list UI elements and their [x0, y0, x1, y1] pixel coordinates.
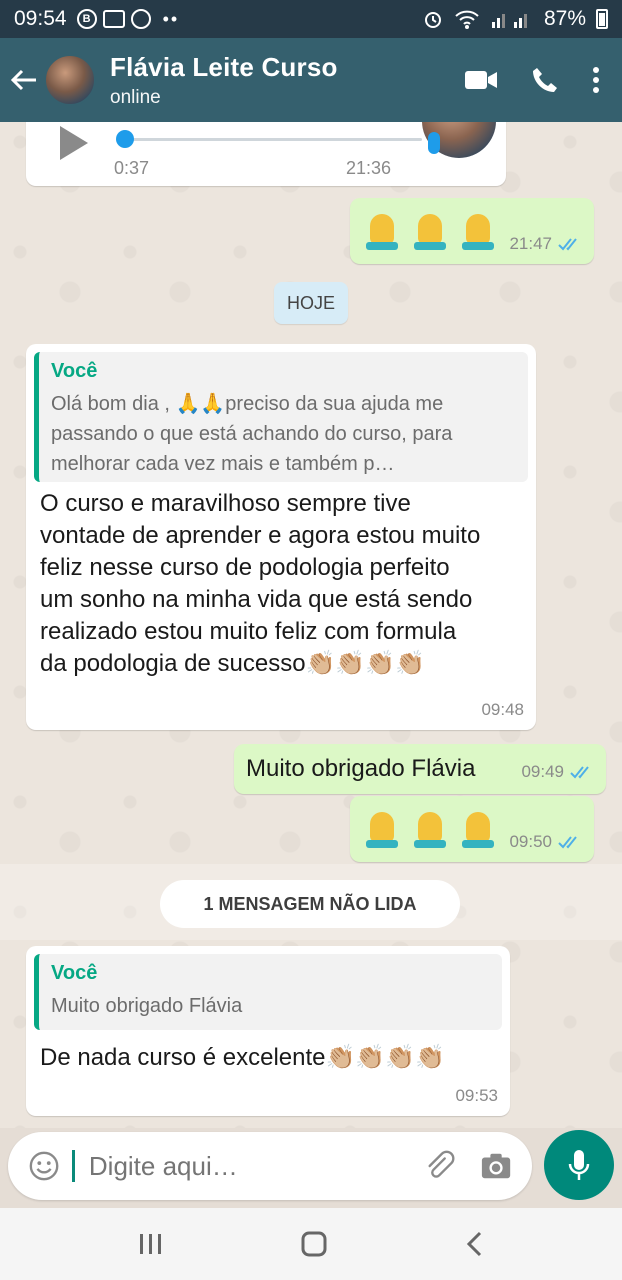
status-time: 09:54 [14, 7, 67, 30]
voice-seek-knob[interactable] [116, 130, 134, 148]
message-bubble-out[interactable]: 09:50 [350, 796, 594, 862]
message-composer [8, 1132, 532, 1200]
message-bubble-out[interactable]: 21:47 [350, 198, 594, 264]
message-input[interactable] [88, 1150, 424, 1182]
quoted-sender: Você [51, 962, 98, 984]
message-time: 21:36 [346, 158, 392, 178]
message-time: 09:49 [521, 762, 564, 781]
signal-icon [491, 14, 527, 28]
voice-message[interactable]: 0:37 21:36 [26, 122, 506, 186]
quoted-text: Muito obrigado Flávia [51, 995, 243, 1017]
battery-percent: 87% [543, 7, 586, 30]
read-receipt-icon [570, 766, 589, 779]
pray-emoji-icon [364, 808, 400, 848]
battery-icon [596, 9, 608, 29]
message-bubble-out[interactable]: Muito obrigado Flávia 09:49 [234, 744, 606, 794]
more-notifications-icon: •• [162, 8, 180, 29]
chat-header: Flávia Leite Curso online [0, 38, 622, 122]
voice-duration: 0:37 [114, 158, 150, 178]
camera-icon[interactable] [480, 1151, 512, 1181]
contact-info[interactable]: Flávia Leite Curso online [110, 52, 338, 109]
quoted-text: Olá bom dia , 🙏🙏preciso da sua ajuda me … [51, 393, 453, 475]
notification-b-icon: B [76, 9, 97, 29]
pray-emoji-icon [460, 808, 496, 848]
video-call-icon[interactable] [464, 69, 498, 91]
chat-status: online [110, 86, 161, 108]
wifi-icon [455, 10, 479, 29]
pray-emoji-icon [412, 808, 448, 848]
back-icon[interactable] [463, 1230, 485, 1258]
play-icon[interactable] [60, 126, 88, 160]
back-arrow-icon[interactable] [4, 60, 44, 100]
more-vert-icon[interactable] [592, 66, 600, 94]
home-icon[interactable] [300, 1230, 328, 1258]
message-text: O curso e maravilhoso sempre tive vontad… [40, 490, 481, 677]
message-time: 09:48 [481, 700, 524, 719]
message-text: Muito obrigado Flávia [246, 755, 476, 782]
emoji-message [364, 808, 508, 853]
status-bar: 09:54 B •• 87% [0, 0, 622, 38]
message-time: 09:50 [509, 832, 552, 851]
chat-title: Flávia Leite Curso [110, 51, 338, 82]
mic-icon [568, 1150, 590, 1180]
alarm-icon [424, 12, 441, 28]
pray-emoji-icon [412, 210, 448, 250]
message-bubble-in[interactable]: Você Muito obrigado Flávia De nada curso… [26, 946, 510, 1116]
notification-gallery-icon [102, 10, 125, 28]
quoted-sender: Você [51, 360, 98, 382]
emoji-message [364, 210, 508, 255]
read-receipt-icon [558, 836, 577, 849]
read-receipt-icon [558, 238, 577, 251]
whatsapp-icon [130, 9, 151, 29]
message-time: 21:47 [509, 234, 552, 253]
mic-icon [428, 132, 440, 154]
phone-icon[interactable] [530, 65, 560, 95]
pray-emoji-icon [460, 210, 496, 250]
date-chip: HOJE [274, 282, 348, 324]
mic-button[interactable] [544, 1130, 614, 1200]
quoted-message[interactable]: Você Muito obrigado Flávia [34, 954, 502, 1030]
voice-track[interactable] [124, 138, 422, 141]
message-time: 09:53 [455, 1086, 498, 1105]
message-text: De nada curso é excelente👏🏼👏🏼👏🏼👏🏼 [40, 1044, 446, 1071]
message-bubble-in[interactable]: Você Olá bom dia , 🙏🙏preciso da sua ajud… [26, 344, 536, 730]
attach-icon[interactable] [424, 1149, 456, 1183]
text-cursor [72, 1150, 75, 1182]
system-nav-bar [0, 1208, 622, 1280]
contact-avatar[interactable] [44, 54, 96, 106]
pray-emoji-icon [364, 210, 400, 250]
chat-area[interactable]: 0:37 21:36 21:47 HOJE Você Olá bom dia ,… [0, 122, 622, 1128]
recent-apps-icon[interactable] [137, 1232, 165, 1256]
quoted-message[interactable]: Você Olá bom dia , 🙏🙏preciso da sua ajud… [34, 352, 528, 482]
unread-banner: 1 MENSAGEM NÃO LIDA [160, 880, 460, 928]
emoji-icon[interactable] [28, 1149, 60, 1183]
